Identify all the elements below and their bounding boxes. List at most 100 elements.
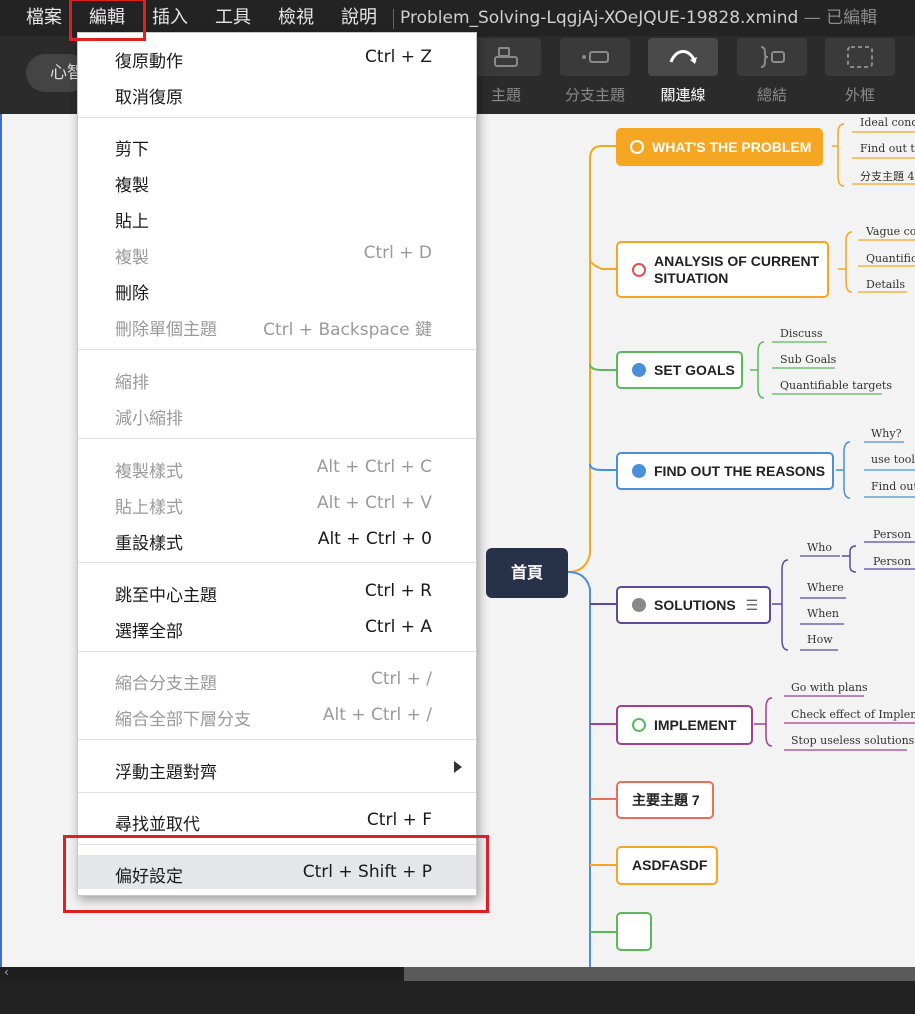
topic-label: SET GOALS [654, 361, 735, 378]
menu-separator [78, 349, 476, 350]
topic-label: 主要主題 7 [632, 791, 700, 808]
subtopic[interactable]: Person 1 [873, 528, 915, 541]
star-icon [632, 464, 646, 478]
relationship-label: 關連線 [660, 86, 706, 104]
menu-separator [78, 792, 476, 793]
menu-item-duplicate: 複製 Ctrl + D [115, 243, 432, 268]
summary-icon [760, 46, 785, 68]
menu-file[interactable]: 檔案 [26, 5, 62, 31]
topic-asdfasdf[interactable]: ASDFASDF [616, 846, 718, 885]
subtopic[interactable]: Sub Goals [780, 353, 836, 366]
subtopic[interactable]: 分支主題 4 [860, 168, 915, 184]
flag-icon [632, 363, 646, 377]
scroll-left-icon[interactable]: ‹ [4, 965, 9, 979]
clock-icon [632, 262, 646, 277]
subtopic[interactable]: Find out the [860, 142, 915, 155]
edit-menu-dropdown: 復原動作 Ctrl + Z 取消復原 剪下 複製 貼上 複製 Ctrl + D 刪除… [77, 32, 477, 896]
subtopic[interactable]: Person 2 [873, 555, 915, 568]
menu-tools[interactable]: 工具 [215, 5, 251, 31]
menu-item-redo[interactable]: 取消復原 [78, 76, 476, 110]
menu-view[interactable]: 檢視 [278, 5, 314, 31]
menu-separator [78, 438, 476, 439]
subtopic[interactable]: Quantifiable targets [780, 379, 892, 392]
menu-item-delete-single-topic: 刪除單個主題 Ctrl + Backspace 鍵 [115, 320, 432, 340]
menu-item-collapse-all: 縮合全部下層分支 Alt + Ctrl + / [115, 705, 432, 730]
menu-separator [78, 562, 476, 563]
menu-item-outdent: 減小縮排 [115, 409, 183, 429]
submenu-arrow-icon [454, 761, 462, 773]
summary-button[interactable] [737, 38, 807, 76]
subtopic[interactable]: Why? [871, 427, 902, 440]
window-title: Problem_Solving-LqgjAj-XOeJQUE-19828.xmi… [400, 5, 877, 31]
subtopic[interactable]: Find out t [871, 480, 915, 493]
menu-item-copy[interactable]: 複製 [78, 164, 476, 198]
menu-item-reset-style[interactable]: 重設樣式 Alt + Ctrl + 0 [78, 522, 476, 556]
topic-analysis[interactable]: ANALYSIS OF CURRENT SITUATION [616, 241, 829, 298]
relationship-icon [669, 50, 697, 64]
topic-find-reasons[interactable]: FIND OUT THE REASONS [616, 452, 834, 490]
menu-item-find-replace[interactable]: 尋找並取代 Ctrl + F [78, 803, 476, 837]
subtopic-button[interactable] [560, 38, 630, 76]
topic-7[interactable]: 主要主題 7 [616, 781, 714, 819]
menu-item-collapse-branch: 縮合分支主題 Ctrl + / [115, 669, 432, 694]
topic-button[interactable] [471, 38, 541, 76]
menu-item-paste[interactable]: 貼上 [78, 200, 476, 234]
edited-status: — 已編輯 [803, 8, 878, 28]
horizontal-scrollbar[interactable]: ‹ [0, 965, 915, 981]
subtopic-label: 分支主題 [564, 86, 625, 104]
subtopic[interactable]: Stop useless solutions [791, 734, 914, 747]
topic-whats-the-problem[interactable]: WHAT'S THE PROBLEM [616, 128, 823, 166]
status-bar [0, 981, 915, 1014]
scrollbar-thumb[interactable] [404, 967, 915, 981]
menu-separator [78, 117, 476, 118]
topic-label: ASDFASDF [632, 857, 708, 873]
menu-separator [78, 651, 476, 652]
topic-empty[interactable] [616, 912, 652, 951]
menu-item-floating-topic-align[interactable]: 浮動主題對齊 [78, 751, 476, 785]
subtopic[interactable]: Go with plans [791, 681, 868, 694]
menu-item-indent: 縮排 [115, 373, 149, 393]
menu-help[interactable]: 說明 [341, 5, 377, 31]
subtopic[interactable]: Discuss [780, 327, 823, 340]
file-title: Problem_Solving-LqgjAj-XOeJQUE-19828.xmi… [400, 8, 799, 28]
boundary-icon [847, 46, 873, 68]
menu-item-go-to-central-topic[interactable]: 跳至中心主題 Ctrl + R [78, 574, 476, 608]
topic-label: ANALYSIS OF CURRENT SITUATION [654, 252, 820, 286]
title-separator [393, 9, 394, 29]
boundary-button[interactable] [825, 38, 895, 76]
topic-solutions[interactable]: SOLUTIONS ☰ [616, 586, 771, 624]
topic-label: IMPLEMENT [654, 716, 737, 733]
check-icon [632, 598, 646, 612]
menu-item-cut[interactable]: 剪下 [78, 128, 476, 162]
play-icon [632, 718, 646, 732]
subtopic[interactable]: Who [807, 541, 832, 554]
menu-insert[interactable]: 插入 [152, 5, 188, 31]
highlight-preferences [63, 835, 489, 913]
central-topic[interactable]: 首頁 [486, 548, 568, 598]
topic-implement[interactable]: IMPLEMENT [616, 705, 753, 745]
menu-item-select-all[interactable]: 選擇全部 Ctrl + A [78, 610, 476, 644]
menu-item-copy-style: 複製樣式 Alt + Ctrl + C [115, 457, 432, 482]
subtopic[interactable]: Vague con [866, 225, 915, 238]
question-icon [630, 140, 644, 154]
boundary-label: 外框 [844, 86, 875, 104]
summary-label: 總結 [756, 86, 787, 104]
menu-item-undo[interactable]: 復原動作 Ctrl + Z [78, 40, 476, 74]
subtopic[interactable]: use tools [871, 453, 915, 466]
topic-label: WHAT'S THE PROBLEM [652, 138, 812, 155]
menu-item-paste-style: 貼上樣式 Alt + Ctrl + V [115, 493, 432, 518]
subtopic[interactable]: When [807, 607, 839, 620]
subtopic[interactable]: Check effect of Implemen [791, 708, 915, 721]
topic-label: SOLUTIONS [654, 596, 736, 613]
menu-item-delete[interactable]: 刪除 [78, 272, 476, 306]
topic-icon [494, 47, 518, 67]
highlight-edit-menu [69, 0, 146, 41]
subtopic-icon [582, 51, 609, 63]
subtopic[interactable]: Where [807, 581, 844, 594]
topic-set-goals[interactable]: SET GOALS [616, 351, 743, 389]
subtopic[interactable]: Details [866, 278, 905, 291]
relationship-button[interactable] [648, 38, 718, 76]
subtopic[interactable]: How [807, 633, 833, 646]
subtopic[interactable]: Quantifica [866, 252, 915, 265]
subtopic[interactable]: Ideal conditi [860, 116, 915, 129]
